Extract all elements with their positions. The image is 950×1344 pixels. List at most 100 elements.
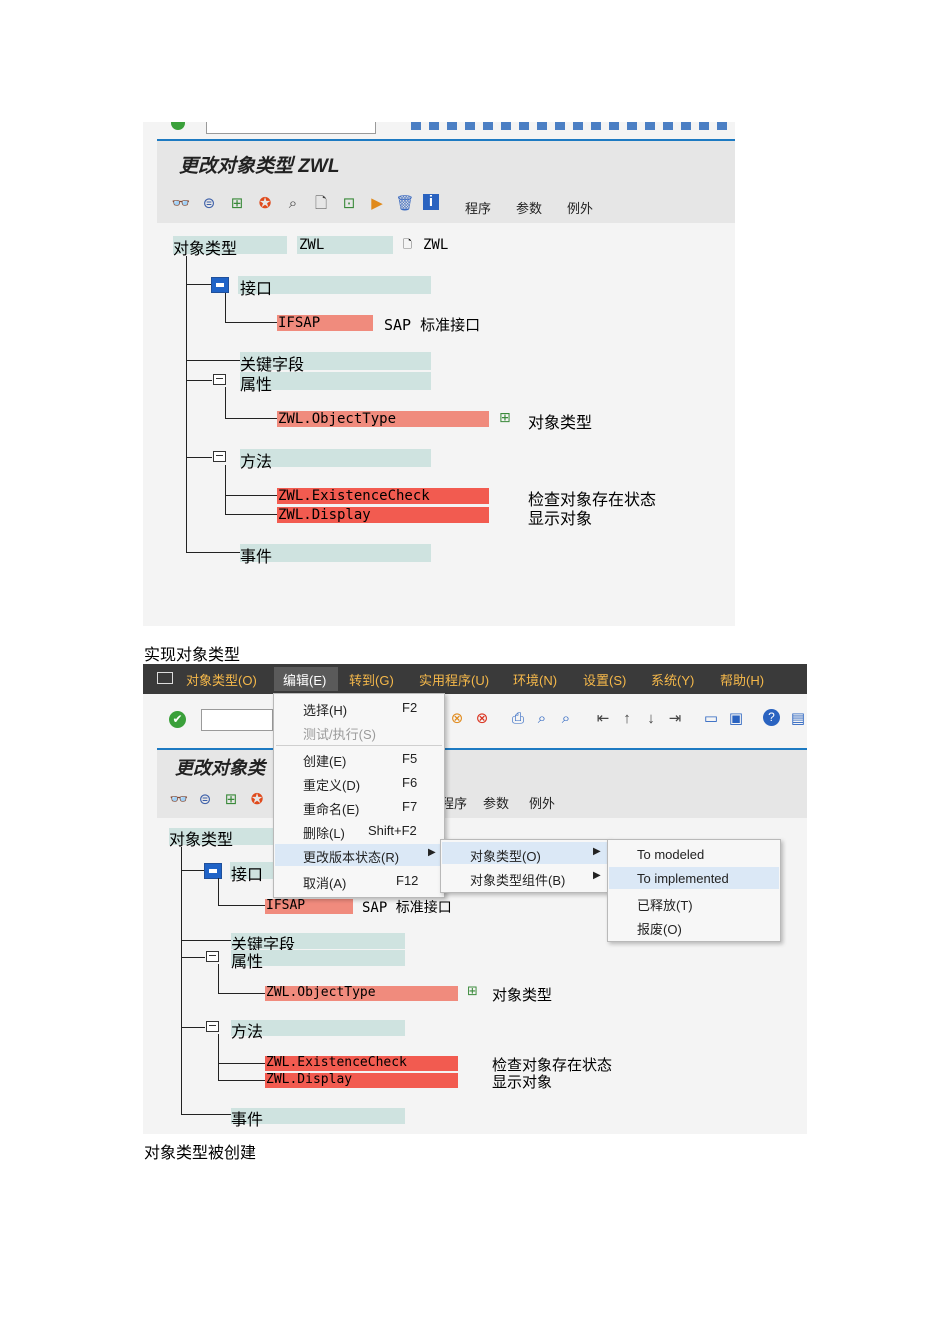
interface-icon [204, 863, 222, 879]
command-field[interactable] [206, 122, 376, 134]
program-button[interactable]: 程序 [465, 198, 491, 217]
stamp-icon[interactable]: ⊜ [199, 194, 219, 214]
interface-label[interactable]: 接口 [231, 861, 263, 885]
hierarchy-icon[interactable]: ⊞ [227, 194, 247, 214]
menu-object-type[interactable]: 对象类型(O) [186, 670, 257, 689]
status-released[interactable]: 已释放(T) [637, 895, 693, 914]
menu-item-rename[interactable]: 重命名(E) [303, 799, 359, 818]
display-desc: 显示对象 [492, 1074, 553, 1091]
menu-item-redefine[interactable]: 重定义(D) [303, 775, 360, 794]
methods-label[interactable]: 方法 [231, 1018, 263, 1042]
last-page-icon[interactable]: ⇥ [665, 709, 685, 729]
menu-goto[interactable]: 转到(G) [349, 670, 394, 689]
methods-collapse-icon[interactable] [213, 451, 226, 462]
chevron-right-icon: ▶ [593, 870, 601, 881]
help-icon[interactable]: ? [763, 709, 780, 726]
menu-settings[interactable]: 设置(S) [583, 670, 626, 689]
menu-environment[interactable]: 环境(N) [513, 670, 557, 689]
shortcut-icon[interactable]: ▣ [726, 709, 746, 729]
find-icon[interactable]: ⌕ [532, 709, 552, 729]
ifsap-desc: SAP 标准接口 [384, 316, 481, 334]
parameters-button[interactable]: 参数 [516, 198, 542, 217]
first-page-icon[interactable]: ⇤ [593, 709, 613, 729]
structure-icon[interactable]: ⊡ [339, 194, 359, 214]
submenu-object-type-components[interactable]: 对象类型组件(B) [470, 870, 565, 889]
attributes-collapse-icon[interactable] [206, 951, 219, 962]
menu-help[interactable]: 帮助(H) [720, 670, 764, 689]
status-to-implemented[interactable]: To implemented [637, 871, 729, 886]
menu-item-select[interactable]: 选择(H) [303, 700, 347, 719]
methods-collapse-icon[interactable] [206, 1021, 219, 1032]
display-label[interactable]: ZWL.Display [278, 507, 371, 523]
glasses-icon[interactable]: 👓 [169, 790, 189, 810]
next-page-icon[interactable]: ↓ [641, 709, 661, 729]
events-label[interactable]: 事件 [240, 543, 272, 567]
menu-edit[interactable]: 编辑(E) [283, 670, 326, 689]
document-icon[interactable]: 🗋 [311, 194, 331, 214]
attributes-label[interactable]: 属性 [240, 371, 272, 395]
menu-item-select-key: F2 [402, 700, 418, 715]
prev-page-icon[interactable]: ↑ [617, 709, 637, 729]
trash-icon[interactable]: 🗑 [395, 194, 415, 214]
app-toolbar: 👓 ⊜ ⊞ ✪ ⌕ 🗋 ⊡ ▶ 🗑 i 程序 参数 例外 [157, 185, 735, 223]
interface-label[interactable]: 接口 [240, 275, 272, 299]
menu-item-delete[interactable]: 删除(L) [303, 823, 345, 842]
existence-label[interactable]: ZWL.ExistenceCheck [266, 1055, 407, 1070]
layout-icon[interactable]: ▤ [788, 709, 807, 729]
menu-item-cancel[interactable]: 取消(A) [303, 873, 346, 892]
info-icon[interactable]: i [423, 194, 439, 210]
menu-utilities[interactable]: 实用程序(U) [419, 670, 489, 689]
branch-events [186, 552, 241, 553]
cancel-icon[interactable]: ⊗ [472, 709, 492, 729]
submenu-object-type[interactable]: 对象类型(O) [470, 846, 541, 865]
branch-ifsap-h [225, 322, 277, 323]
stamp-icon[interactable]: ⊜ [195, 790, 215, 810]
lifebuoy-icon[interactable]: ✪ [255, 194, 275, 214]
new-session-icon[interactable]: ▭ [701, 709, 721, 729]
attributes-collapse-icon[interactable] [213, 374, 226, 385]
hierarchy-icon[interactable]: ⊞ [221, 790, 241, 810]
glasses-icon[interactable]: 👓 [171, 194, 191, 214]
ok-icon[interactable]: ✔ [169, 711, 186, 728]
command-field[interactable] [201, 709, 273, 731]
chevron-right-icon: ▶ [593, 846, 601, 857]
branch-objtype-h [225, 418, 277, 419]
objecttype-desc: 对象类型 [528, 415, 593, 432]
events-label[interactable]: 事件 [231, 1106, 263, 1130]
parameters-button[interactable]: 参数 [483, 793, 509, 812]
lifebuoy-icon[interactable]: ✪ [247, 790, 267, 810]
edit-menu-dropdown: 选择(H) F2 测试/执行(S) 创建(E) F5 重定义(D) F6 重命名… [273, 693, 445, 898]
menu-system[interactable]: 系统(Y) [651, 670, 694, 689]
status-obsolete[interactable]: 报废(O) [637, 919, 682, 938]
window-menu-icon[interactable] [157, 672, 173, 684]
find-next-icon[interactable]: ⌕ [556, 709, 576, 729]
find-icon[interactable]: ⌕ [283, 194, 303, 214]
object-type-desc: ZWL [423, 237, 449, 253]
back-icon[interactable]: ⊗ [447, 709, 467, 729]
hierarchy-small-icon: ⊞ [499, 409, 511, 425]
top-toolbar-partial [143, 122, 735, 136]
menu-item-create[interactable]: 创建(E) [303, 751, 346, 770]
caption-implement: 实现对象类型 [144, 645, 241, 664]
status-to-modeled[interactable]: To modeled [637, 847, 704, 862]
objecttype-label[interactable]: ZWL.ObjectType [266, 985, 376, 1000]
execute-icon[interactable]: ▶ [367, 194, 387, 214]
toolbar-icons-partial [411, 122, 731, 130]
existence-label[interactable]: ZWL.ExistenceCheck [278, 488, 430, 504]
display-label[interactable]: ZWL.Display [266, 1072, 352, 1087]
exceptions-button[interactable]: 例外 [567, 198, 593, 217]
caption-created: 对象类型被创建 [144, 1143, 257, 1162]
attributes-label[interactable]: 属性 [231, 948, 263, 972]
exceptions-button[interactable]: 例外 [529, 793, 555, 812]
ifsap-label[interactable]: IFSAP [278, 315, 320, 331]
ifsap-label[interactable]: IFSAP [266, 898, 305, 913]
menu-item-test-execute[interactable]: 测试/执行(S) [303, 724, 376, 743]
objecttype-label[interactable]: ZWL.ObjectType [278, 411, 396, 427]
ok-icon[interactable] [171, 122, 185, 130]
display-desc: 显示对象 [528, 511, 593, 528]
menu-item-redefine-key: F6 [402, 775, 418, 790]
methods-label[interactable]: 方法 [240, 448, 272, 472]
print-icon[interactable]: ⎙ [508, 709, 528, 729]
ifsap-desc: SAP 标准接口 [362, 900, 452, 916]
menu-item-change-version-status[interactable]: 更改版本状态(R) [303, 847, 399, 866]
